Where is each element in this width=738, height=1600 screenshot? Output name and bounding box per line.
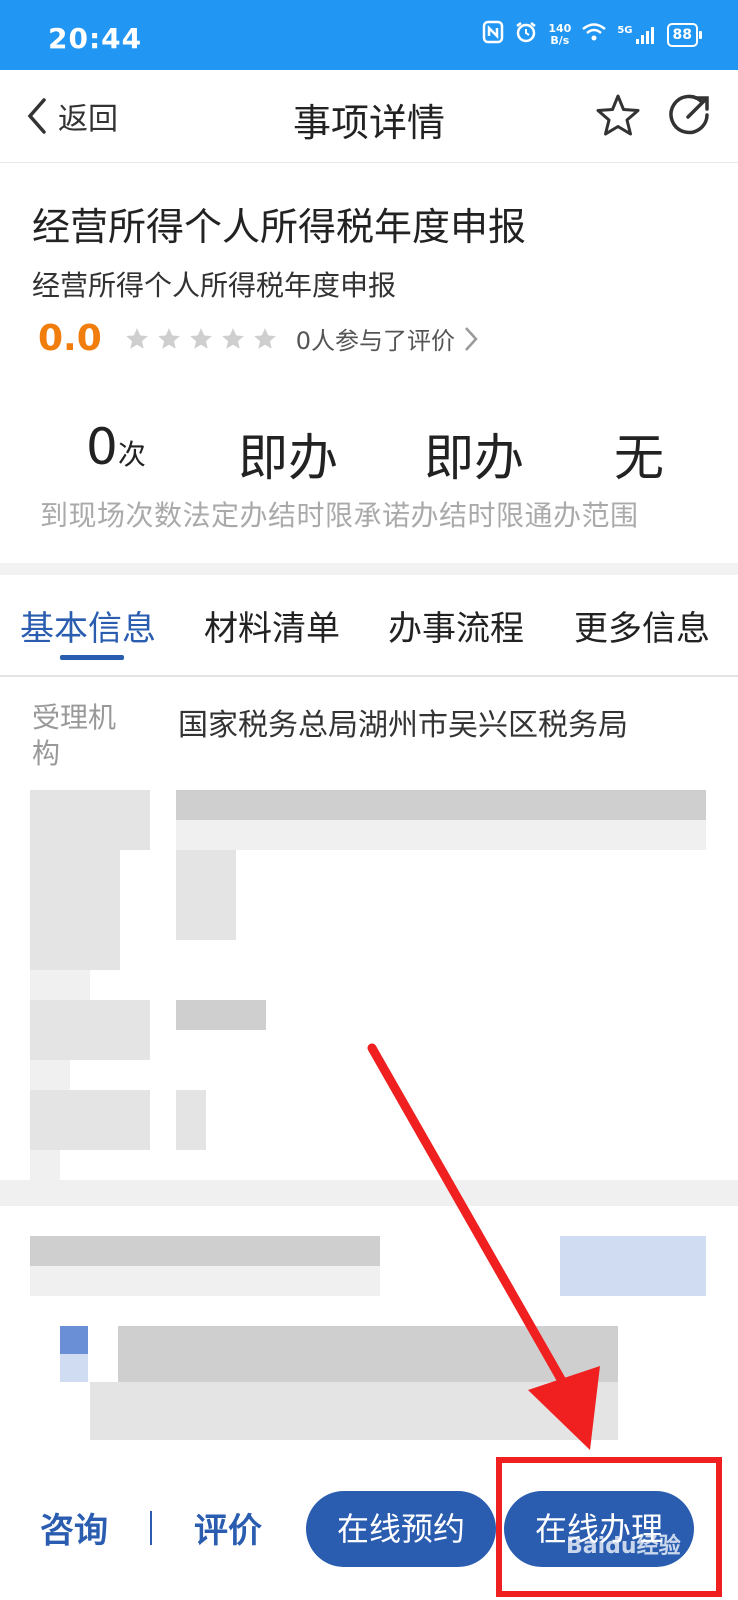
annotation-arrow [367,1043,600,1450]
watermark-logo: Baidu经验 [566,1534,681,1559]
watermark-url: jingyan.baidu.com [578,1568,680,1581]
